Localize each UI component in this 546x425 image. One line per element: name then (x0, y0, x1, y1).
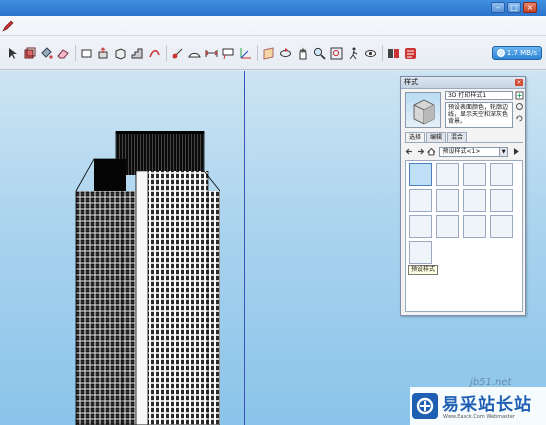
style-name-field[interactable]: 3D 打印样式1 (445, 91, 513, 100)
style-thumbnail-grid: 预设样式 (405, 160, 523, 312)
zoom-icon[interactable] (313, 47, 326, 60)
style-thumbnail[interactable] (409, 215, 432, 238)
style-thumbnail[interactable] (436, 215, 459, 238)
tape-measure-icon[interactable] (171, 47, 184, 60)
rectangle-icon[interactable] (80, 47, 93, 60)
collection-select[interactable]: 预设样式<1> ▼ (439, 146, 509, 157)
protractor-icon[interactable] (188, 47, 201, 60)
orbit-icon[interactable] (279, 47, 292, 60)
extension-warehouse-icon[interactable] (404, 47, 417, 60)
zoom-extents-icon[interactable] (330, 47, 343, 60)
style-thumbnail[interactable] (463, 163, 486, 186)
style-thumbnail[interactable] (436, 163, 459, 186)
facade-core-strip (135, 170, 149, 425)
push-pull-icon[interactable] (97, 46, 110, 60)
select-icon[interactable] (6, 47, 19, 60)
home-icon[interactable] (426, 147, 436, 156)
tower-crown (116, 131, 204, 175)
style-thumbnail[interactable] (490, 163, 513, 186)
tower-model (75, 131, 220, 425)
3d-warehouse-icon[interactable] (387, 47, 400, 60)
collection-nav-row: 预设样式<1> ▼ (405, 146, 523, 157)
thumbnail-tooltip: 预设样式 (408, 265, 439, 275)
section-plane-icon[interactable] (262, 46, 275, 60)
pan-icon[interactable] (296, 46, 309, 60)
style-thumbnail[interactable] (463, 189, 486, 212)
maximize-button[interactable]: □ (507, 2, 521, 13)
style-thumbnail[interactable] (436, 189, 459, 212)
eraser-icon[interactable] (57, 47, 70, 60)
toolbar-separator (166, 45, 167, 61)
dimension-icon[interactable] (205, 47, 218, 60)
text-label-icon[interactable] (222, 47, 235, 60)
styles-panel[interactable]: 样式 × 3D 打印样式1 预设表面颜色，轮廓边线，显示天空和深灰色背景。 选择… (400, 76, 526, 316)
update-style-icon[interactable] (515, 102, 524, 111)
watermark-logo-icon (412, 393, 438, 419)
create-style-icon[interactable] (515, 91, 524, 100)
follow-me-icon[interactable] (148, 47, 161, 60)
style-thumbnail[interactable] (463, 215, 486, 238)
cube-preview-icon (413, 99, 435, 125)
network-speed-badge: 1.7 MB/s (491, 46, 542, 60)
main-toolbar: 1.7 MB/s (0, 16, 546, 70)
facade-left (76, 191, 122, 425)
chevron-down-icon: ▼ (499, 147, 508, 156)
details-arrow-icon[interactable] (512, 147, 521, 156)
toolbar-separator (382, 45, 383, 61)
style-thumbnail[interactable] (409, 189, 432, 212)
tool-row (6, 43, 421, 63)
make-component-icon[interactable] (23, 47, 36, 60)
look-around-icon[interactable] (364, 47, 377, 60)
forward-arrow-icon[interactable] (416, 147, 425, 156)
paint-bucket-icon[interactable] (40, 46, 53, 60)
watermark-brand: 易采站长站 (442, 395, 532, 415)
menu-strip (0, 16, 546, 36)
axes-icon[interactable] (239, 47, 252, 60)
refresh-icon[interactable] (515, 114, 524, 123)
tab-select[interactable]: 选择 (405, 132, 426, 142)
blue-axis-line (244, 71, 245, 425)
watermark-domain: Www.Easck.Com Webmaster (443, 414, 515, 420)
network-speed-text: 1.7 MB/s (506, 49, 537, 57)
styles-panel-titlebar[interactable]: 样式 × (401, 77, 525, 89)
pencil-icon[interactable] (2, 20, 14, 32)
walk-icon[interactable] (347, 47, 360, 60)
style-thumbnail[interactable] (409, 163, 432, 186)
style-preview-thumbnail (405, 92, 441, 128)
styles-panel-title: 样式 (404, 78, 418, 86)
box-icon[interactable] (114, 47, 127, 60)
tab-edit[interactable]: 编辑 (426, 132, 447, 142)
style-thumbnail[interactable] (490, 189, 513, 212)
window-titlebar: – □ × (0, 0, 546, 16)
collection-select-value: 预设样式<1> (442, 147, 481, 155)
tab-mix[interactable]: 混合 (447, 132, 468, 142)
model-viewport[interactable]: 样式 × 3D 打印样式1 预设表面颜色，轮廓边线，显示天空和深灰色背景。 选择… (0, 71, 546, 425)
close-button[interactable]: × (523, 2, 537, 13)
panel-close-icon[interactable]: × (515, 79, 523, 86)
minimize-button[interactable]: – (491, 2, 505, 13)
back-arrow-icon[interactable] (405, 147, 414, 156)
facade-right (148, 171, 208, 425)
network-gauge-icon (496, 49, 505, 57)
toolbar-separator (257, 45, 258, 61)
stairs-icon[interactable] (131, 47, 144, 60)
toolbar-separator (75, 45, 76, 61)
style-thumbnail[interactable] (490, 215, 513, 238)
styles-tabs: 选择 编辑 混合 (405, 132, 523, 143)
style-description-field[interactable]: 预设表面颜色，轮廓边线，显示天空和深灰色背景。 (445, 102, 513, 128)
style-thumbnail[interactable] (409, 241, 432, 264)
